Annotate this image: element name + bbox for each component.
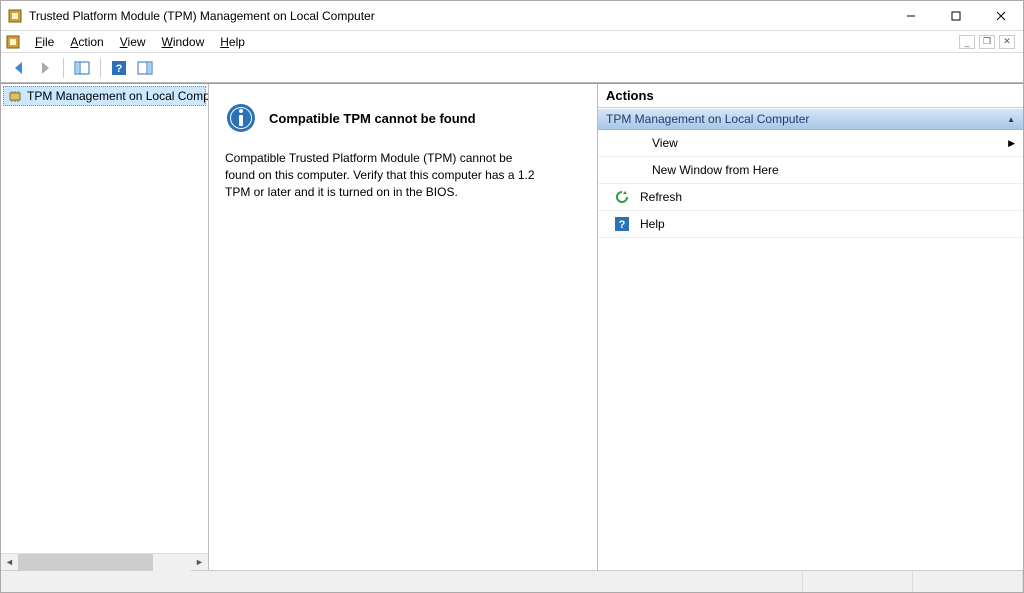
window-controls bbox=[888, 1, 1023, 30]
refresh-icon bbox=[614, 189, 630, 205]
svg-text:?: ? bbox=[116, 63, 123, 75]
mdi-close-button[interactable]: ✕ bbox=[999, 35, 1015, 49]
actions-panel: Actions TPM Management on Local Computer… bbox=[598, 84, 1023, 570]
horizontal-scrollbar[interactable]: ◄ ► bbox=[1, 553, 208, 570]
menu-window[interactable]: Window bbox=[154, 33, 213, 51]
close-button[interactable] bbox=[978, 1, 1023, 30]
svg-text:?: ? bbox=[619, 219, 626, 231]
menu-help[interactable]: Help bbox=[212, 33, 253, 51]
action-refresh[interactable]: Refresh bbox=[598, 184, 1023, 211]
back-button[interactable] bbox=[7, 56, 31, 80]
tpm-chip-icon bbox=[7, 88, 23, 104]
detail-title: Compatible TPM cannot be found bbox=[269, 111, 476, 126]
mdi-controls: _ ❐ ✕ bbox=[959, 35, 1019, 49]
menu-action[interactable]: Action bbox=[62, 33, 111, 51]
app-icon bbox=[7, 8, 23, 24]
tree-panel: TPM Management on Local Comp ◄ ► bbox=[1, 84, 209, 570]
tree-item-tpm-management[interactable]: TPM Management on Local Comp bbox=[3, 86, 206, 106]
scroll-track[interactable] bbox=[18, 554, 191, 571]
tree-item-label: TPM Management on Local Comp bbox=[27, 89, 208, 103]
show-hide-action-pane-button[interactable] bbox=[133, 56, 157, 80]
action-new-window[interactable]: New Window from Here bbox=[598, 157, 1023, 184]
show-hide-tree-button[interactable] bbox=[70, 56, 94, 80]
icon-spacer bbox=[626, 135, 642, 151]
statusbar bbox=[1, 570, 1023, 592]
content-area: TPM Management on Local Comp ◄ ► Compati… bbox=[1, 83, 1023, 570]
menu-file[interactable]: File bbox=[27, 33, 62, 51]
toolbar: ? bbox=[1, 53, 1023, 83]
scroll-thumb[interactable] bbox=[18, 554, 153, 571]
help-icon: ? bbox=[614, 216, 630, 232]
detail-body: Compatible Trusted Platform Module (TPM)… bbox=[225, 150, 535, 200]
help-button[interactable]: ? bbox=[107, 56, 131, 80]
collapse-arrow-icon: ▲ bbox=[1007, 115, 1015, 124]
titlebar: Trusted Platform Module (TPM) Management… bbox=[1, 1, 1023, 31]
action-label: New Window from Here bbox=[652, 163, 779, 177]
actions-group-title: TPM Management on Local Computer bbox=[606, 112, 809, 126]
app-window: Trusted Platform Module (TPM) Management… bbox=[0, 0, 1024, 593]
toolbar-separator bbox=[63, 58, 64, 78]
action-label: Refresh bbox=[640, 190, 682, 204]
toolbar-separator bbox=[100, 58, 101, 78]
scroll-right-arrow[interactable]: ► bbox=[191, 554, 208, 571]
detail-panel: Compatible TPM cannot be found Compatibl… bbox=[209, 84, 598, 570]
info-icon bbox=[225, 102, 257, 134]
menu-view[interactable]: View bbox=[112, 33, 154, 51]
actions-header: Actions bbox=[598, 84, 1023, 108]
console-icon bbox=[5, 34, 21, 50]
action-label: Help bbox=[640, 217, 665, 231]
actions-group-header[interactable]: TPM Management on Local Computer ▲ bbox=[598, 108, 1023, 130]
forward-button[interactable] bbox=[33, 56, 57, 80]
icon-spacer bbox=[626, 162, 642, 178]
tree-body: TPM Management on Local Comp bbox=[1, 84, 208, 553]
scroll-left-arrow[interactable]: ◄ bbox=[1, 554, 18, 571]
action-help[interactable]: ? Help bbox=[598, 211, 1023, 238]
status-cell bbox=[803, 571, 913, 592]
minimize-button[interactable] bbox=[888, 1, 933, 30]
detail-header: Compatible TPM cannot be found bbox=[225, 102, 581, 134]
mdi-minimize-button[interactable]: _ bbox=[959, 35, 975, 49]
status-cell bbox=[913, 571, 1023, 592]
action-view[interactable]: View ▶ bbox=[598, 130, 1023, 157]
mdi-restore-button[interactable]: ❐ bbox=[979, 35, 995, 49]
status-cell bbox=[1, 571, 803, 592]
action-label: View bbox=[652, 136, 678, 150]
window-title: Trusted Platform Module (TPM) Management… bbox=[29, 9, 888, 23]
submenu-arrow-icon: ▶ bbox=[1008, 138, 1015, 149]
menubar: File Action View Window Help _ ❐ ✕ bbox=[1, 31, 1023, 53]
maximize-button[interactable] bbox=[933, 1, 978, 30]
